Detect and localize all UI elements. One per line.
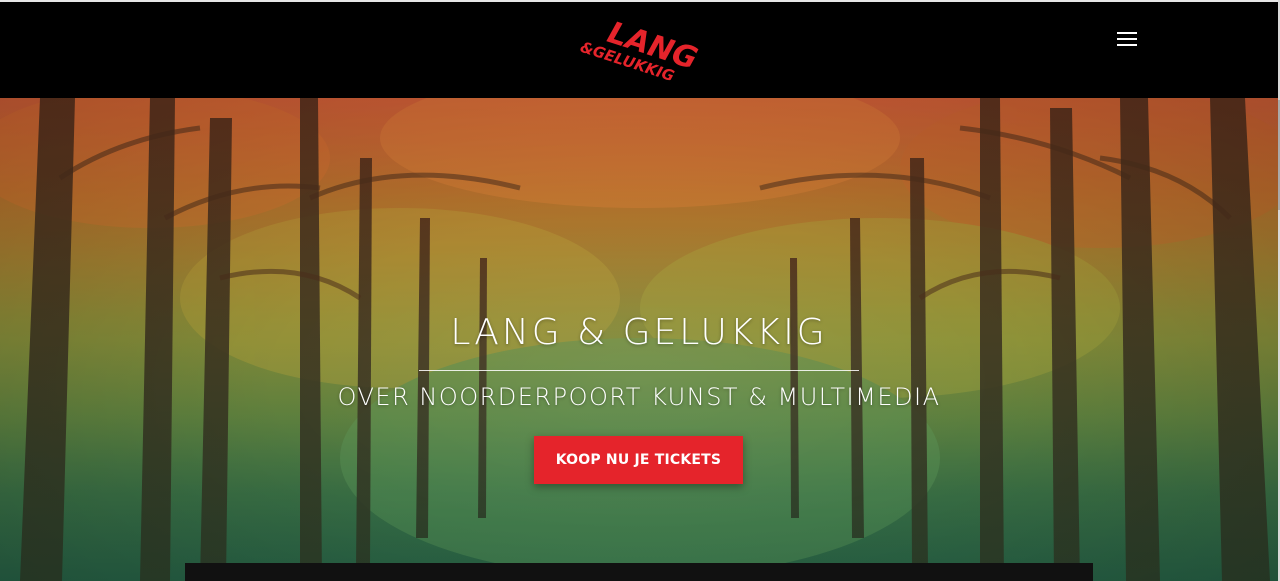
hamburger-bar	[1117, 44, 1137, 46]
hamburger-bar	[1117, 32, 1137, 34]
navbar: LANG &GELUKKIG	[0, 2, 1278, 98]
buy-tickets-button[interactable]: KOOP NU JE TICKETS	[534, 436, 743, 484]
content-panel-top-edge	[185, 563, 1093, 581]
hero-section: LANG & GELUKKIG OVER NOORDERPOORT KUNST …	[0, 98, 1278, 581]
site-logo[interactable]: LANG &GELUKKIG	[574, 12, 706, 92]
hero-title: LANG & GELUKKIG	[450, 312, 828, 353]
hero-divider	[419, 370, 859, 371]
logo-graphic: LANG &GELUKKIG	[578, 15, 702, 85]
hamburger-menu-icon[interactable]	[1114, 30, 1140, 50]
hero-subtitle: OVER NOORDERPOORT KUNST & MULTIMEDIA	[337, 383, 941, 411]
hamburger-bar	[1117, 38, 1137, 40]
